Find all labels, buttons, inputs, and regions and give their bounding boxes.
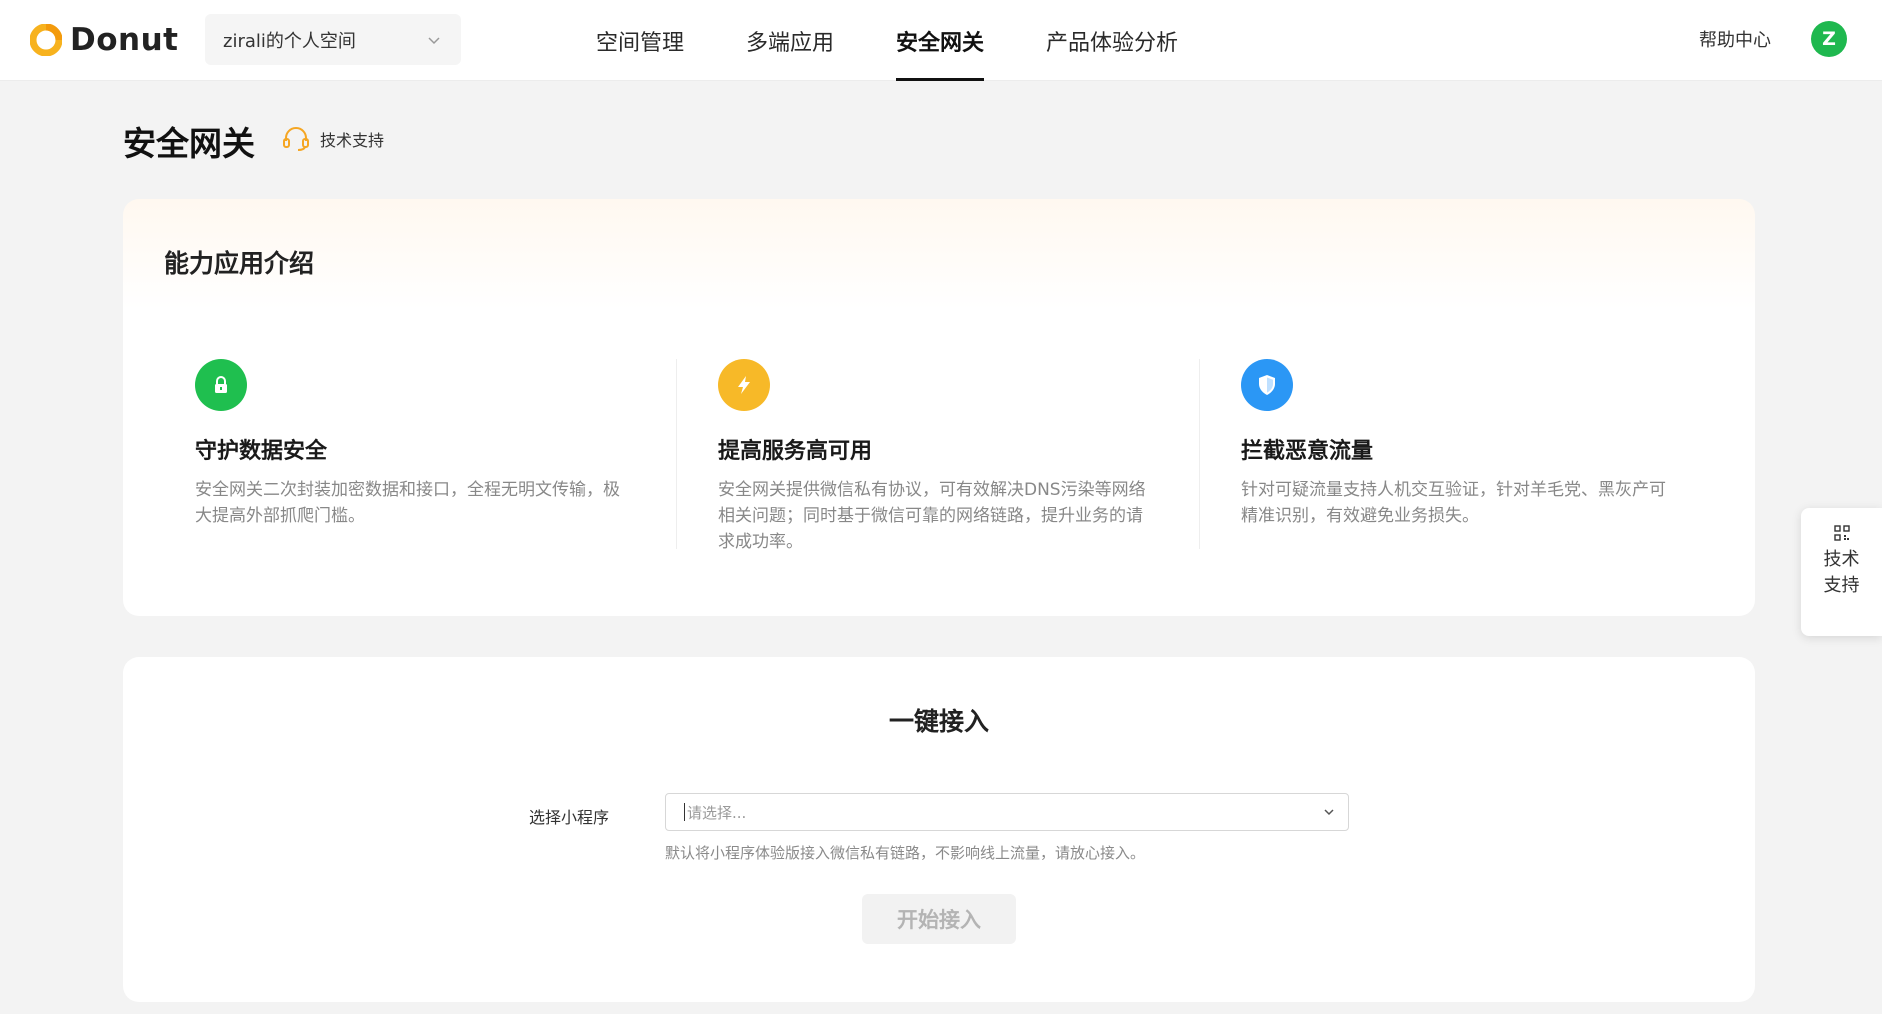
lightning-icon: [718, 359, 770, 411]
select-placeholder: 请选择...: [687, 803, 747, 822]
floating-tech-support[interactable]: 技术支持: [1801, 508, 1882, 636]
lock-icon: [195, 359, 247, 411]
feature-desc: 针对可疑流量支持人机交互验证，针对羊毛党、黑灰产可精准识别，有效避免业务损失。: [1241, 480, 1666, 526]
donut-logo[interactable]: Donut: [30, 22, 179, 58]
access-title: 一键接入: [888, 707, 989, 736]
tech-support-label: 技术支持: [320, 131, 385, 150]
access-hint: 默认将小程序体验版接入微信私有链路，不影响线上流量，请放心接入。: [665, 844, 1146, 862]
page-title: 安全网关: [123, 124, 255, 163]
floating-support-label: 技术支持: [1823, 549, 1860, 596]
space-selector-label: zirali的个人空间: [223, 30, 356, 52]
feature-desc: 安全网关提供微信私有协议，可有效解决DNS污染等网络相关问题；同时基于微信可靠的…: [718, 480, 1146, 552]
start-access-button[interactable]: 开始接入: [862, 894, 1016, 944]
chevron-down-icon: [428, 36, 440, 44]
nav-item-product-experience-analysis[interactable]: 产品体验分析: [1046, 0, 1178, 81]
capability-intro-title: 能力应用介绍: [164, 249, 315, 278]
feature-divider: [676, 359, 677, 549]
space-selector[interactable]: zirali的个人空间: [205, 14, 461, 65]
miniprogram-select[interactable]: 请选择...: [665, 793, 1349, 831]
feature-title: 提高服务高可用: [718, 439, 873, 464]
nav-item-security-gateway[interactable]: 安全网关: [896, 0, 985, 81]
chevron-down-icon: [1324, 809, 1334, 816]
feature-divider: [1199, 359, 1200, 549]
feature-data-security: 守护数据安全 安全网关二次封装加密数据和接口，全程无明文传输，极大提高外部抓爬门…: [195, 359, 635, 529]
user-avatar[interactable]: Z: [1811, 21, 1847, 57]
feature-title: 守护数据安全: [195, 439, 328, 464]
qr-code-icon: [1833, 525, 1850, 541]
headset-icon: [283, 127, 309, 151]
text-cursor: [684, 803, 685, 821]
feature-block-malicious-traffic: 拦截恶意流量 针对可疑流量支持人机交互验证，针对羊毛党、黑灰产可精准识别，有效避…: [1241, 359, 1681, 529]
feature-desc: 安全网关二次封装加密数据和接口，全程无明文传输，极大提高外部抓爬门槛。: [195, 480, 620, 526]
capability-intro-card: 能力应用介绍 守护数据安全 安全网关二次封装加密数据和接口，全程无明文传输，极大…: [123, 199, 1755, 616]
nav-item-space-management[interactable]: 空间管理: [596, 0, 684, 81]
help-center-link[interactable]: 帮助中心: [1699, 26, 1771, 52]
feature-title: 拦截恶意流量: [1241, 439, 1374, 464]
tech-support-link[interactable]: 技术支持: [282, 126, 384, 152]
donut-logo-icon: [30, 24, 62, 56]
logo-text: Donut: [70, 22, 179, 58]
select-miniprogram-label: 选择小程序: [529, 808, 610, 827]
top-navigation-bar: Donut zirali的个人空间 空间管理 多端应用 安全网关 产品体验分析 …: [0, 0, 1882, 81]
nav-item-multi-platform-apps[interactable]: 多端应用: [746, 0, 834, 81]
feature-high-availability: 提高服务高可用 安全网关提供微信私有协议，可有效解决DNS污染等网络相关问题；同…: [718, 359, 1158, 555]
one-click-access-card: 一键接入 选择小程序 请选择... 默认将小程序体验版接入微信私有链路，不影响线…: [123, 657, 1755, 1002]
main-nav: 空间管理 多端应用 安全网关 产品体验分析: [596, 0, 1240, 81]
shield-icon: [1241, 359, 1293, 411]
